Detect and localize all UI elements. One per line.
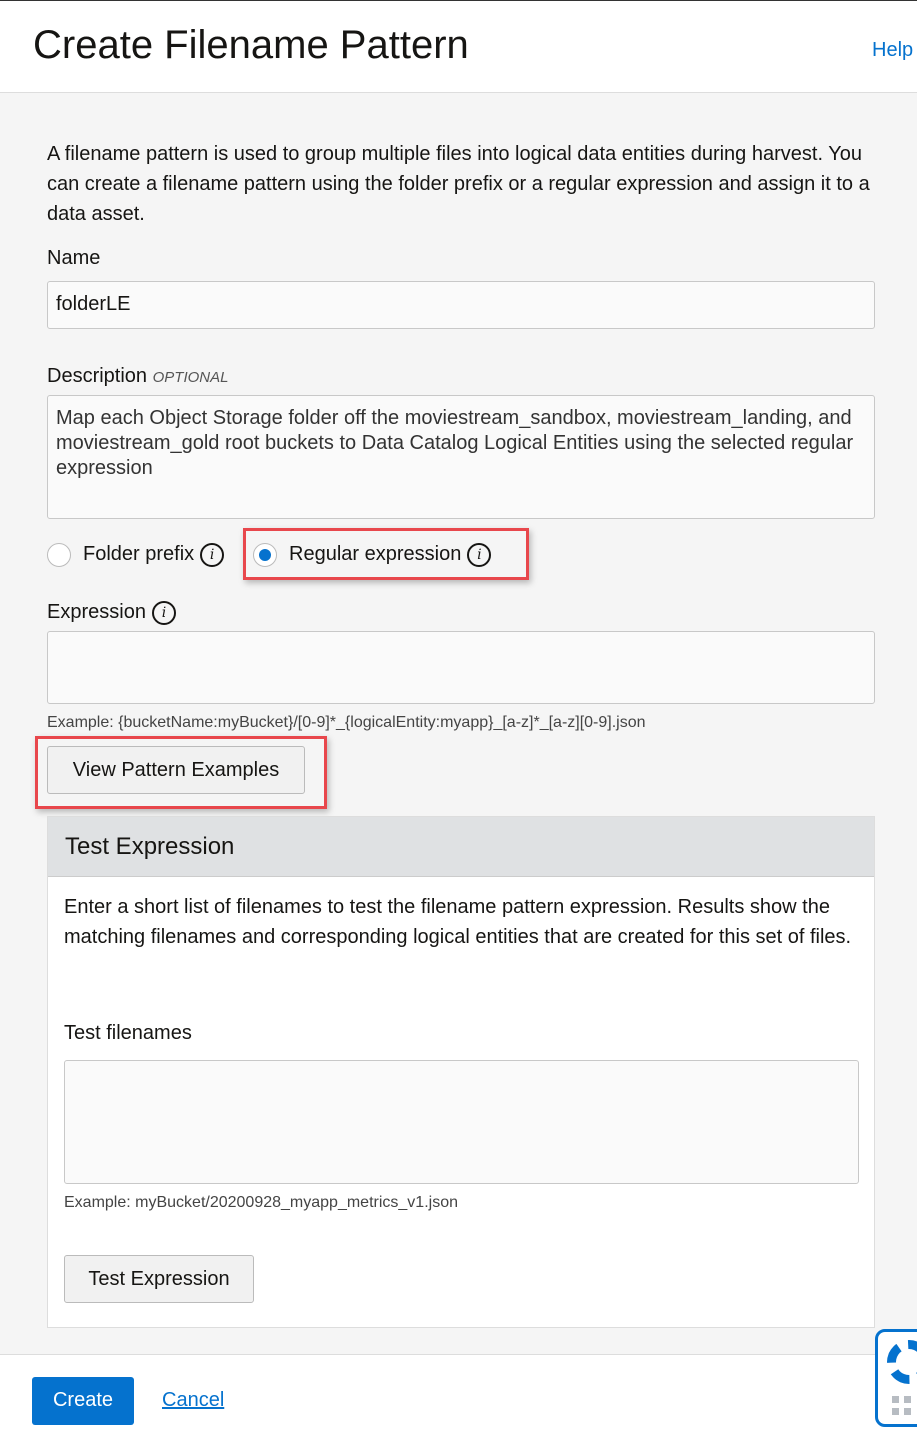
- expression-label: Expression i: [47, 597, 176, 627]
- help-center-widget[interactable]: [875, 1329, 917, 1427]
- panel-title: Test Expression: [48, 817, 874, 877]
- radio-label: Folder prefix: [83, 543, 195, 565]
- intro-text: A filename pattern is used to group mult…: [47, 143, 870, 225]
- test-filenames-label: Test filenames: [64, 1022, 192, 1044]
- name-label: Name: [47, 247, 101, 269]
- drag-handle-icon[interactable]: [892, 1396, 912, 1416]
- description-label-text: Description: [47, 365, 148, 387]
- create-button[interactable]: Create: [32, 1377, 134, 1425]
- description-textarea[interactable]: Map each Object Storage folder off the m…: [47, 395, 875, 519]
- lifebuoy-icon: [887, 1340, 917, 1384]
- test-filenames-textarea[interactable]: [64, 1060, 859, 1184]
- description-label: Description OPTIONAL: [47, 361, 228, 393]
- help-link[interactable]: Help: [872, 39, 913, 62]
- name-input[interactable]: folderLE: [47, 281, 875, 329]
- highlight-box: [243, 528, 529, 580]
- test-expression-panel: Test Expression Enter a short list of fi…: [47, 816, 875, 1328]
- optional-tag: OPTIONAL: [152, 369, 229, 386]
- test-expression-button[interactable]: Test Expression: [64, 1255, 254, 1303]
- info-icon[interactable]: i: [200, 542, 225, 567]
- cancel-link[interactable]: Cancel: [162, 1389, 224, 1412]
- panel-description: Enter a short list of filenames to test …: [64, 896, 852, 948]
- footer: Create Cancel: [0, 1329, 917, 1440]
- page-header: Create Filename Pattern Help: [0, 0, 917, 93]
- test-filenames-example: Example: myBucket/20200928_myapp_metrics…: [64, 1194, 458, 1211]
- radio-button[interactable]: [47, 542, 71, 567]
- expression-input[interactable]: [47, 631, 875, 704]
- page-title: Create Filename Pattern: [33, 23, 469, 67]
- radio-folder-prefix[interactable]: Folder prefix i: [47, 539, 225, 569]
- highlight-box: [35, 736, 327, 809]
- info-icon[interactable]: i: [151, 600, 176, 625]
- expression-label-text: Expression: [47, 601, 146, 623]
- expression-example: Example: {bucketName:myBucket}/[0-9]*_{l…: [47, 714, 646, 731]
